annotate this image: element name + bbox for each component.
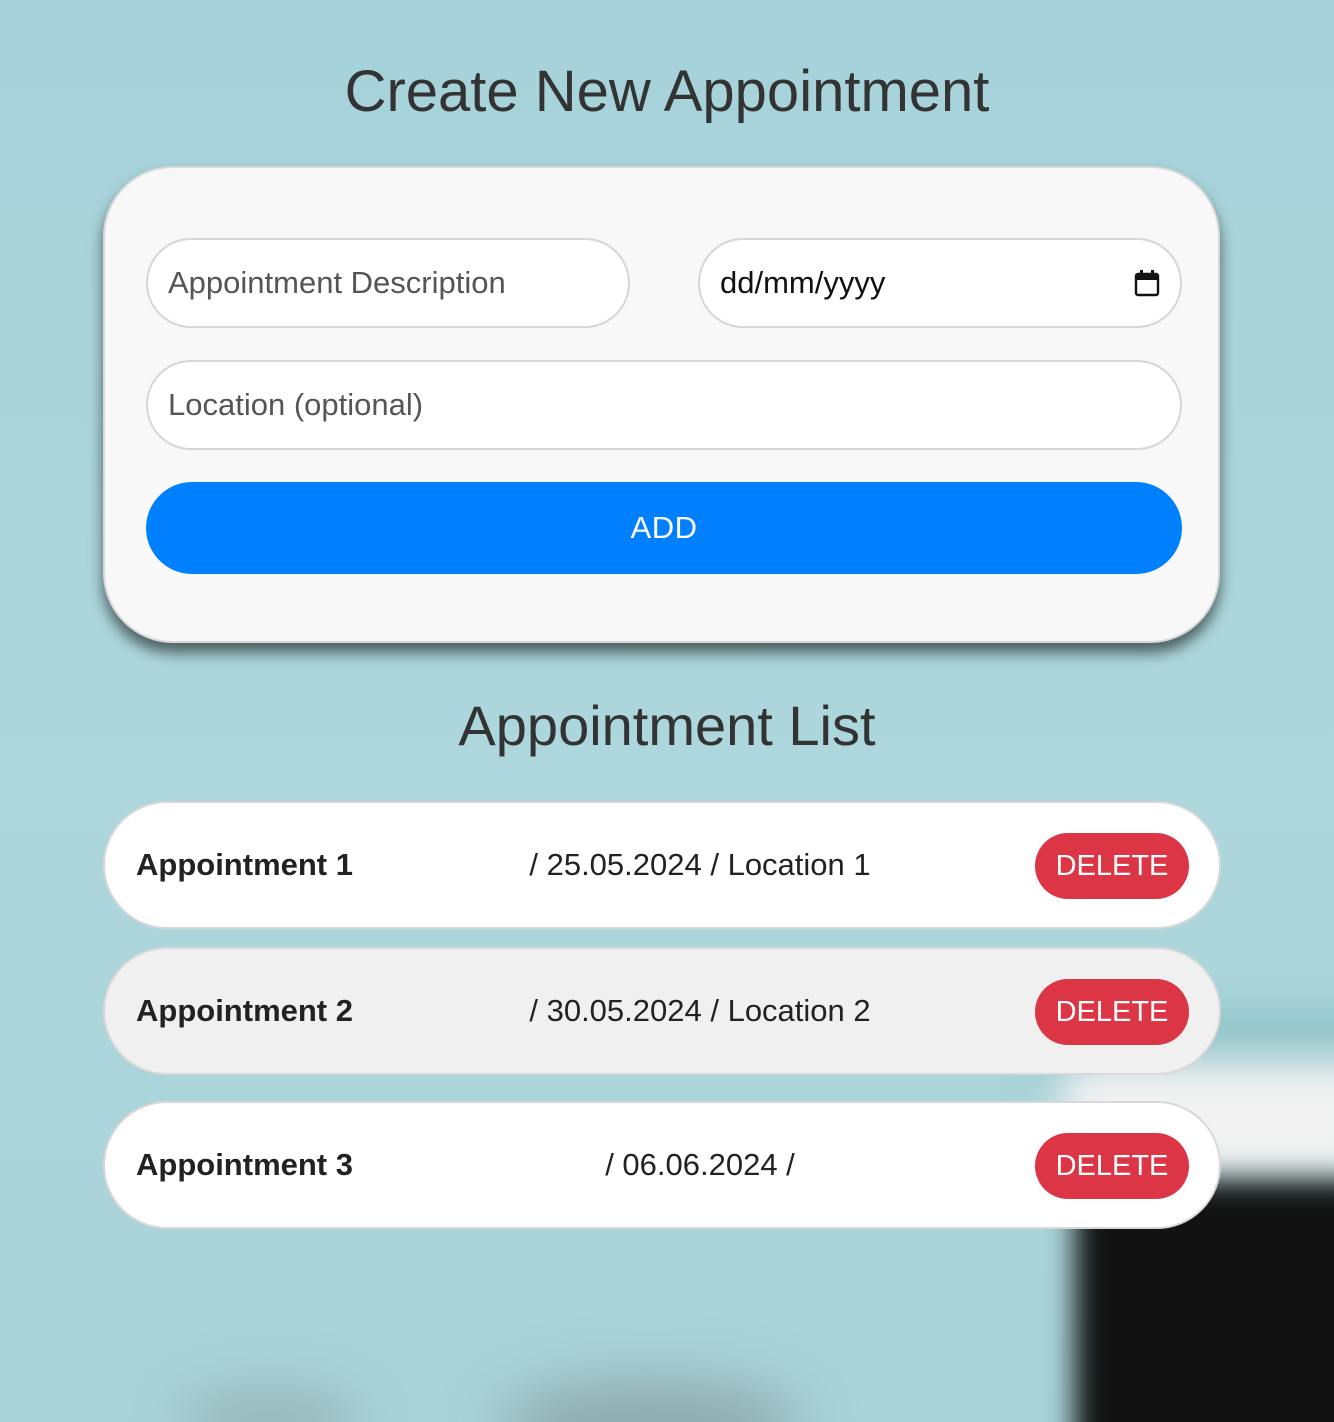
appointment-details: / 06.06.2024 /: [605, 1147, 795, 1182]
description-placeholder: Appointment Description: [168, 265, 506, 300]
appointment-list-title: Appointment List: [458, 694, 876, 757]
add-button[interactable]: ADD: [146, 482, 1182, 574]
date-input[interactable]: dd/mm/yyyy: [698, 238, 1182, 328]
appointment-row: Appointment 1 / 25.05.2024 / Location 1 …: [103, 801, 1221, 929]
appointment-name: Appointment 2: [136, 993, 353, 1028]
delete-button[interactable]: DELETE: [1035, 1133, 1189, 1199]
page-title: Create New Appointment: [344, 59, 990, 124]
appointment-details: / 30.05.2024 / Location 2: [529, 993, 871, 1028]
appointment-details: / 25.05.2024 / Location 1: [529, 847, 871, 882]
calendar-icon[interactable]: [1134, 269, 1160, 297]
description-input[interactable]: Appointment Description: [146, 238, 630, 328]
location-placeholder: Location (optional): [168, 387, 424, 422]
delete-button[interactable]: DELETE: [1035, 979, 1189, 1045]
delete-button[interactable]: DELETE: [1035, 833, 1189, 899]
appointment-row: Appointment 2 / 30.05.2024 / Location 2 …: [103, 947, 1221, 1075]
location-input[interactable]: Location (optional): [146, 360, 1182, 450]
appointment-form: Appointment Description dd/mm/yyyy Locat…: [103, 166, 1220, 643]
appointment-row: Appointment 3 / 06.06.2024 / DELETE: [103, 1101, 1221, 1229]
appointment-name: Appointment 3: [136, 1147, 353, 1182]
appointment-name: Appointment 1: [136, 847, 353, 882]
date-placeholder: dd/mm/yyyy: [720, 265, 886, 300]
